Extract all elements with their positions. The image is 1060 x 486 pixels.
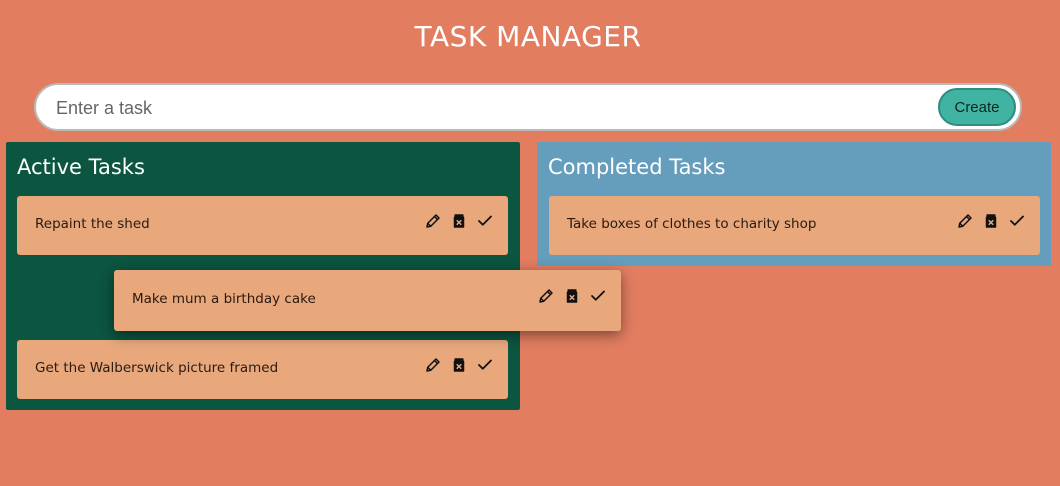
completed-tasks-panel: Completed Tasks Take boxes of clothes to…: [537, 142, 1051, 266]
app: TASK MANAGER Create Active Tasks Repaint…: [0, 0, 1060, 486]
active-tasks-heading: Active Tasks: [17, 155, 145, 179]
task-card[interactable]: Take boxes of clothes to charity shop: [549, 196, 1040, 255]
task-card[interactable]: Repaint the shed: [17, 196, 508, 255]
check-icon[interactable]: [589, 287, 607, 305]
task-input[interactable]: [54, 89, 918, 127]
completed-tasks-heading: Completed Tasks: [548, 155, 726, 179]
check-icon[interactable]: [476, 212, 494, 230]
pencil-icon[interactable]: [956, 212, 974, 230]
task-form: Create: [34, 83, 1022, 131]
task-text: Repaint the shed: [35, 216, 150, 232]
page-title: TASK MANAGER: [414, 20, 642, 53]
task-text: Make mum a birthday cake: [132, 291, 316, 307]
task-actions: [537, 287, 607, 305]
pencil-icon[interactable]: [537, 287, 555, 305]
trash-icon[interactable]: [563, 287, 581, 305]
task-actions: [956, 212, 1026, 230]
check-icon[interactable]: [1008, 212, 1026, 230]
task-card[interactable]: Get the Walberswick picture framed: [17, 340, 508, 399]
trash-icon[interactable]: [450, 212, 468, 230]
task-actions: [424, 356, 494, 374]
create-button[interactable]: Create: [938, 88, 1016, 126]
task-actions: [424, 212, 494, 230]
trash-icon[interactable]: [982, 212, 1000, 230]
task-text: Get the Walberswick picture framed: [35, 360, 279, 376]
dragging-task-card[interactable]: Make mum a birthday cake: [114, 270, 621, 331]
pencil-icon[interactable]: [424, 212, 442, 230]
pencil-icon[interactable]: [424, 356, 442, 374]
task-text: Take boxes of clothes to charity shop: [567, 216, 817, 232]
trash-icon[interactable]: [450, 356, 468, 374]
check-icon[interactable]: [476, 356, 494, 374]
